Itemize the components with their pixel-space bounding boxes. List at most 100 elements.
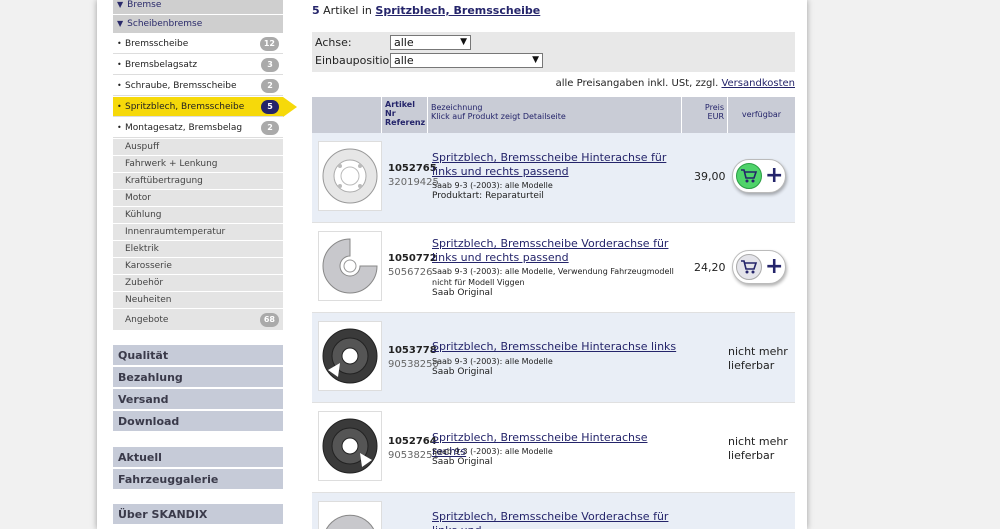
product-type: Produktart: Reparaturteil [432,191,544,201]
bullet-icon: • [117,81,122,90]
category-link[interactable]: Spritzblech, Bremsscheibe [375,4,540,17]
article-number: 1052764 [388,436,437,447]
product-title-link[interactable]: Spritzblech, Bremsscheibe Vorderachse fü… [432,510,684,529]
sidebar-cat-karosserie[interactable]: Karosserie [113,258,283,275]
triangle-down-icon: ▼ [117,0,124,9]
sidebar-cat-label: Innenraumtemperatur [125,227,226,237]
count-badge: 68 [259,313,279,327]
table-row[interactable]: 1050772 5056726 Spritzblech, Bremsscheib… [312,223,795,313]
product-image[interactable] [318,231,382,301]
add-to-cart-button[interactable]: + [732,159,786,193]
sidebar-cat-label: Motor [125,193,152,203]
sidebar-head-label: Bremse [127,0,162,10]
sidebar-block-label: Aktuell [118,451,162,464]
add-to-cart-button[interactable]: + [732,250,786,284]
sidebar-block-qualitaet[interactable]: Qualität [113,345,283,366]
axle-select[interactable]: alle ▼ [390,35,471,50]
sidebar-cat-zubehoer[interactable]: Zubehör [113,275,283,292]
product-image[interactable] [318,321,382,391]
th-preis-label: Preis [704,103,724,112]
sidebar-cat-kraftuebertragung[interactable]: Kraftübertragung [113,173,283,190]
sidebar-cat-motor[interactable]: Motor [113,190,283,207]
product-description: Saab 9-3 (-2003): alle Modelle [432,357,553,366]
triangle-down-icon: ▼ [117,19,124,28]
sidebar-block-aktuell[interactable]: Aktuell [113,447,283,468]
shield-plate-icon [322,148,378,204]
sidebar-item-montagesatz[interactable]: • Montagesatz, Bremsbelag 2 [113,118,283,138]
th-nr-label: Nr [385,109,396,118]
sidebar-item-bremsbelagsatz[interactable]: • Bremsbelagsatz 3 [113,55,283,75]
cart-icon [736,254,762,280]
sidebar-block-label: Bezahlung [118,371,183,384]
table-row[interactable]: 1053778 90538250 Spritzblech, Bremsschei… [312,313,795,403]
th-verfuegbar: verfügbar [728,97,795,133]
axle-filter-label: Achse: [315,36,352,49]
sidebar-block-fahrzeuggalerie[interactable]: Fahrzeuggalerie [113,469,283,490]
sidebar-cat-elektrik[interactable]: Elektrik [113,241,283,258]
product-title-link[interactable]: Spritzblech, Bremsscheibe Hinterachse fü… [432,151,684,179]
count-badge: 3 [261,58,279,72]
sidebar-cat-label: Angebote [125,315,169,325]
table-row[interactable]: 1052765 32019425 Spritzblech, Bremsschei… [312,133,795,223]
sidebar-cat-label: Zubehör [125,278,164,288]
chevron-down-icon: ▼ [532,55,539,65]
sidebar-item-spritzblech[interactable]: • Spritzblech, Bremsscheibe 5 [113,97,297,117]
sidebar-cat-label: Fahrwerk + Lenkung [125,159,218,169]
bullet-icon: • [117,60,122,69]
product-price: 24,20 [694,261,726,274]
product-image[interactable] [318,411,382,481]
table-row[interactable]: 1052764 90538251 Spritzblech, Bremsschei… [312,403,795,493]
count-badge: 2 [261,121,279,135]
count-badge: 5 [261,100,279,114]
sidebar-head-bremse[interactable]: ▼ Bremse [113,0,283,14]
sidebar-cat-fahrwerk[interactable]: Fahrwerk + Lenkung [113,156,283,173]
bullet-icon: • [117,39,122,48]
shield-plate-icon [322,238,378,294]
result-count-line: 5 Artikel in Spritzblech, Bremsscheibe [312,4,540,17]
sidebar-block-download[interactable]: Download [113,411,283,432]
product-image[interactable] [318,501,382,529]
filter-panel: Achse: alle ▼ Einbauposition: alle ▼ [312,32,795,72]
sidebar-block-versand[interactable]: Versand [113,389,283,410]
article-number: 1050772 [388,253,437,264]
availability-status: nicht mehr lieferbar [728,435,788,462]
sidebar-item-label: Bremsscheibe [125,39,189,49]
sidebar-cat-auspuff[interactable]: Auspuff [113,139,283,156]
sidebar-cat-kuehlung[interactable]: Kühlung [113,207,283,224]
shipping-costs-link[interactable]: Versandkosten [721,78,795,89]
sidebar-block-bezahlung[interactable]: Bezahlung [113,367,283,388]
sidebar-item-bremsscheibe[interactable]: • Bremsscheibe 12 [113,34,283,54]
sidebar-cat-angebote[interactable]: Angebote 68 [113,309,283,331]
product-image[interactable] [318,141,382,211]
sidebar-head-label: Scheibenbremse [127,19,203,29]
sidebar-cat-neuheiten[interactable]: Neuheiten [113,292,283,309]
shield-plate-icon [322,328,378,384]
th-bezeichnung: Bezeichnung Klick auf Produkt zeigt Deta… [428,97,682,133]
result-count-text: Artikel in [323,4,372,17]
shield-plate-icon [325,514,375,529]
th-image [312,97,382,133]
active-arrow-icon [283,97,297,117]
sidebar-cat-label: Kühlung [125,210,162,220]
sidebar-item-schraube[interactable]: • Schraube, Bremsscheibe 2 [113,76,283,96]
sidebar-block-label: Qualität [118,349,169,362]
price-note: alle Preisangaben inkl. USt, zzgl. Versa… [556,78,795,89]
sidebar-cat-innenraum[interactable]: Innenraumtemperatur [113,224,283,241]
sidebar-cat-label: Kraftübertragung [125,176,203,186]
bullet-icon: • [117,102,122,111]
position-filter-label: Einbauposition: [315,54,400,67]
product-title-link[interactable]: Spritzblech, Bremsscheibe Hinterachse li… [432,340,684,354]
chevron-down-icon: ▼ [460,37,467,47]
sidebar-block-ueber-skandix[interactable]: Über SKANDIX [113,504,283,525]
sidebar-cat-label: Elektrik [125,244,159,254]
position-select[interactable]: alle ▼ [390,53,543,68]
th-bez-sub-label: Klick auf Produkt zeigt Detailseite [431,112,566,121]
sidebar-head-scheibenbremse[interactable]: ▼ Scheibenbremse [113,15,283,33]
table-row[interactable]: Spritzblech, Bremsscheibe Vorderachse fü… [312,493,795,529]
product-title-link[interactable]: Spritzblech, Bremsscheibe Vorderachse fü… [432,237,684,265]
product-brand: Saab Original [432,457,493,467]
product-price: 39,00 [694,170,726,183]
product-description: Saab 9-3 (-2003): alle Modelle [432,181,553,190]
sidebar-item-label: Montagesatz, Bremsbelag [125,123,243,133]
sidebar-cat-label: Neuheiten [125,295,172,305]
